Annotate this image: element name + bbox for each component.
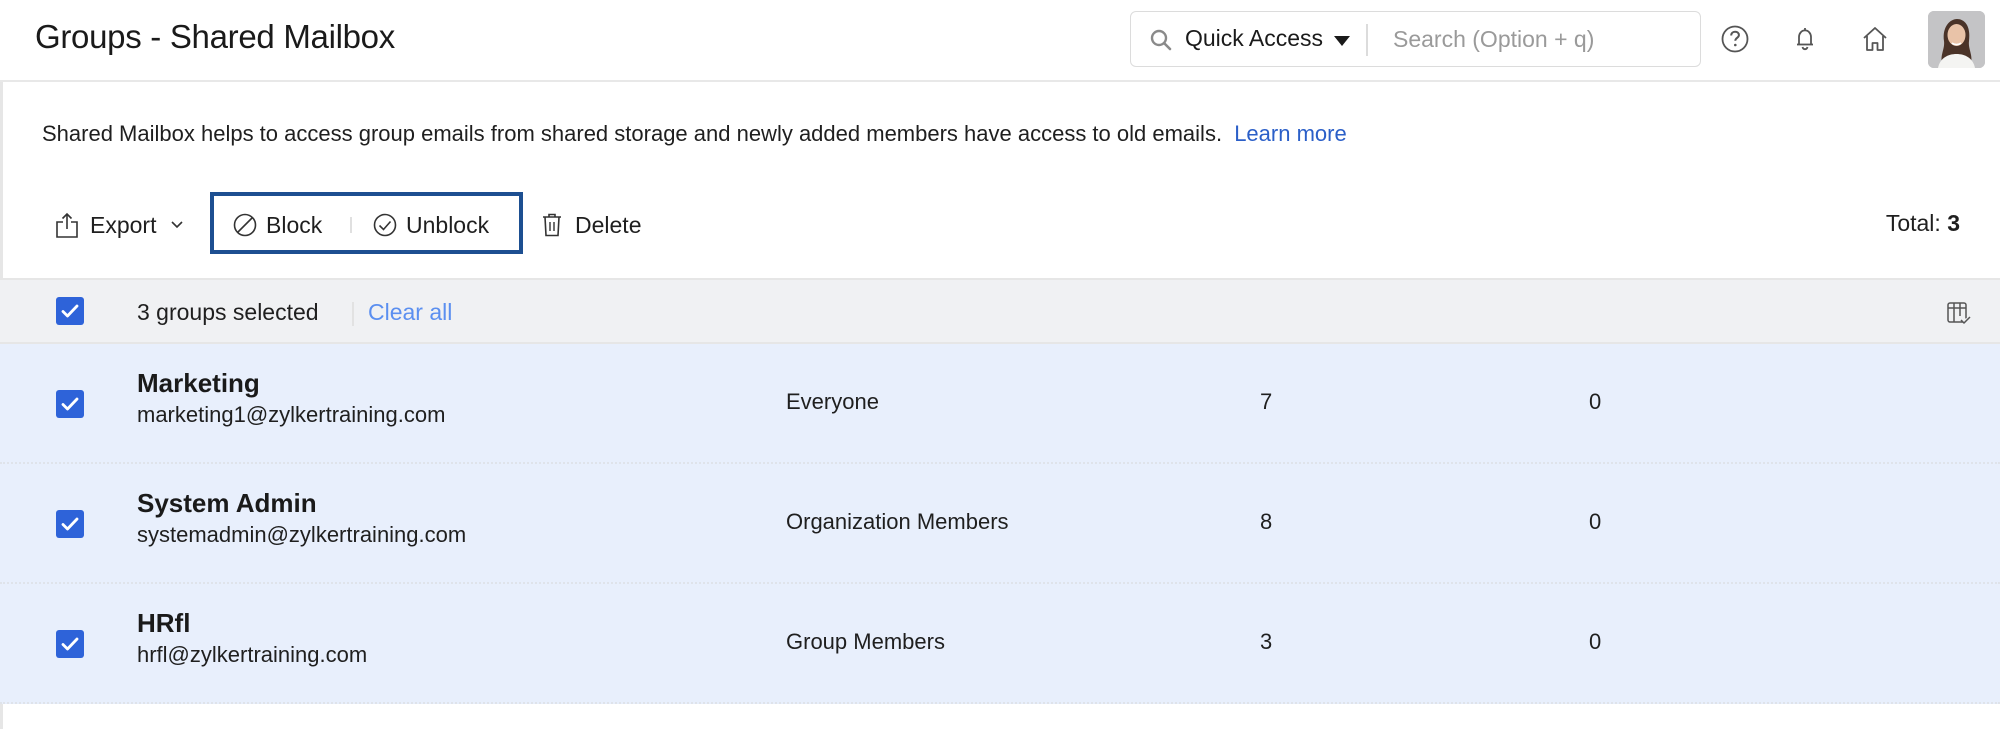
- table-row[interactable]: HRfl hrfl@zylkertraining.com Group Membe…: [0, 584, 2000, 704]
- total-count: Total: 3: [1886, 210, 1960, 237]
- quick-access-dropdown[interactable]: Quick Access: [1185, 25, 1323, 52]
- group-email: hrfl@zylkertraining.com: [137, 642, 368, 667]
- chevron-down-icon: [171, 221, 184, 229]
- row-checkbox[interactable]: [56, 390, 84, 418]
- group-name[interactable]: HRfl: [137, 608, 190, 639]
- delete-label: Delete: [575, 211, 642, 238]
- user-avatar[interactable]: [1928, 11, 1985, 68]
- group-access: Group Members: [786, 629, 945, 654]
- export-button[interactable]: Export: [54, 205, 194, 245]
- export-icon: [56, 212, 78, 238]
- group-secondary-count: 0: [1589, 509, 1602, 534]
- checkmark-icon: [61, 517, 79, 531]
- selection-bar: 3 groups selected Clear all: [0, 278, 2000, 344]
- block-button[interactable]: Block: [232, 205, 322, 245]
- group-member-count: 7: [1260, 389, 1273, 414]
- avatar-image: [1928, 11, 1985, 68]
- block-label: Block: [266, 211, 323, 238]
- group-secondary-count: 0: [1589, 389, 1602, 414]
- column-settings-icon[interactable]: [1946, 300, 1972, 326]
- block-icon: [233, 213, 257, 237]
- check-circle-icon: [373, 213, 397, 237]
- group-email: systemadmin@zylkertraining.com: [137, 522, 467, 547]
- search-icon: [1150, 29, 1172, 51]
- group-name[interactable]: Marketing: [137, 368, 260, 399]
- group-name[interactable]: System Admin: [137, 488, 317, 519]
- info-text: Shared Mailbox helps to access group ema…: [42, 121, 1347, 147]
- total-value: 3: [1947, 210, 1960, 236]
- table-row[interactable]: Marketing marketing1@zylkertraining.com …: [0, 344, 2000, 464]
- checkmark-icon: [61, 637, 79, 651]
- checkmark-icon: [61, 397, 79, 411]
- search-input[interactable]: [1393, 20, 1683, 58]
- bell-icon[interactable]: [1788, 22, 1822, 56]
- group-access: Organization Members: [786, 509, 1009, 534]
- group-member-count: 8: [1260, 509, 1273, 534]
- page-title: Groups - Shared Mailbox: [35, 18, 395, 55]
- row-checkbox[interactable]: [56, 630, 84, 658]
- unblock-button[interactable]: Unblock: [372, 205, 489, 245]
- group-email: marketing1@zylkertraining.com: [137, 402, 446, 427]
- help-icon[interactable]: [1718, 22, 1752, 56]
- checkmark-icon: [61, 304, 79, 318]
- select-all-checkbox[interactable]: [56, 297, 84, 325]
- home-icon[interactable]: [1858, 22, 1892, 56]
- total-label: Total:: [1885, 210, 1941, 236]
- row-checkbox[interactable]: [56, 510, 84, 538]
- selection-divider: [352, 302, 354, 326]
- search-box[interactable]: Quick Access: [1130, 11, 1701, 67]
- clear-all-link[interactable]: Clear all: [368, 299, 452, 326]
- caret-down-icon[interactable]: [1334, 36, 1350, 46]
- trash-icon: [543, 213, 561, 237]
- table-row[interactable]: System Admin systemadmin@zylkertraining.…: [0, 464, 2000, 584]
- delete-button[interactable]: Delete: [541, 205, 641, 245]
- group-access: Everyone: [786, 389, 879, 414]
- unblock-label: Unblock: [406, 211, 490, 238]
- export-label: Export: [90, 211, 157, 238]
- group-member-count: 3: [1260, 629, 1273, 654]
- learn-more-link[interactable]: Learn more: [1234, 121, 1347, 146]
- group-secondary-count: 0: [1589, 629, 1602, 654]
- search-divider: [1366, 24, 1368, 56]
- selection-count: 3 groups selected: [137, 299, 319, 325]
- page-header: Groups - Shared Mailbox Quick Access: [0, 0, 2000, 82]
- info-description: Shared Mailbox helps to access group ema…: [42, 121, 1223, 146]
- toolbar-divider: [350, 217, 352, 233]
